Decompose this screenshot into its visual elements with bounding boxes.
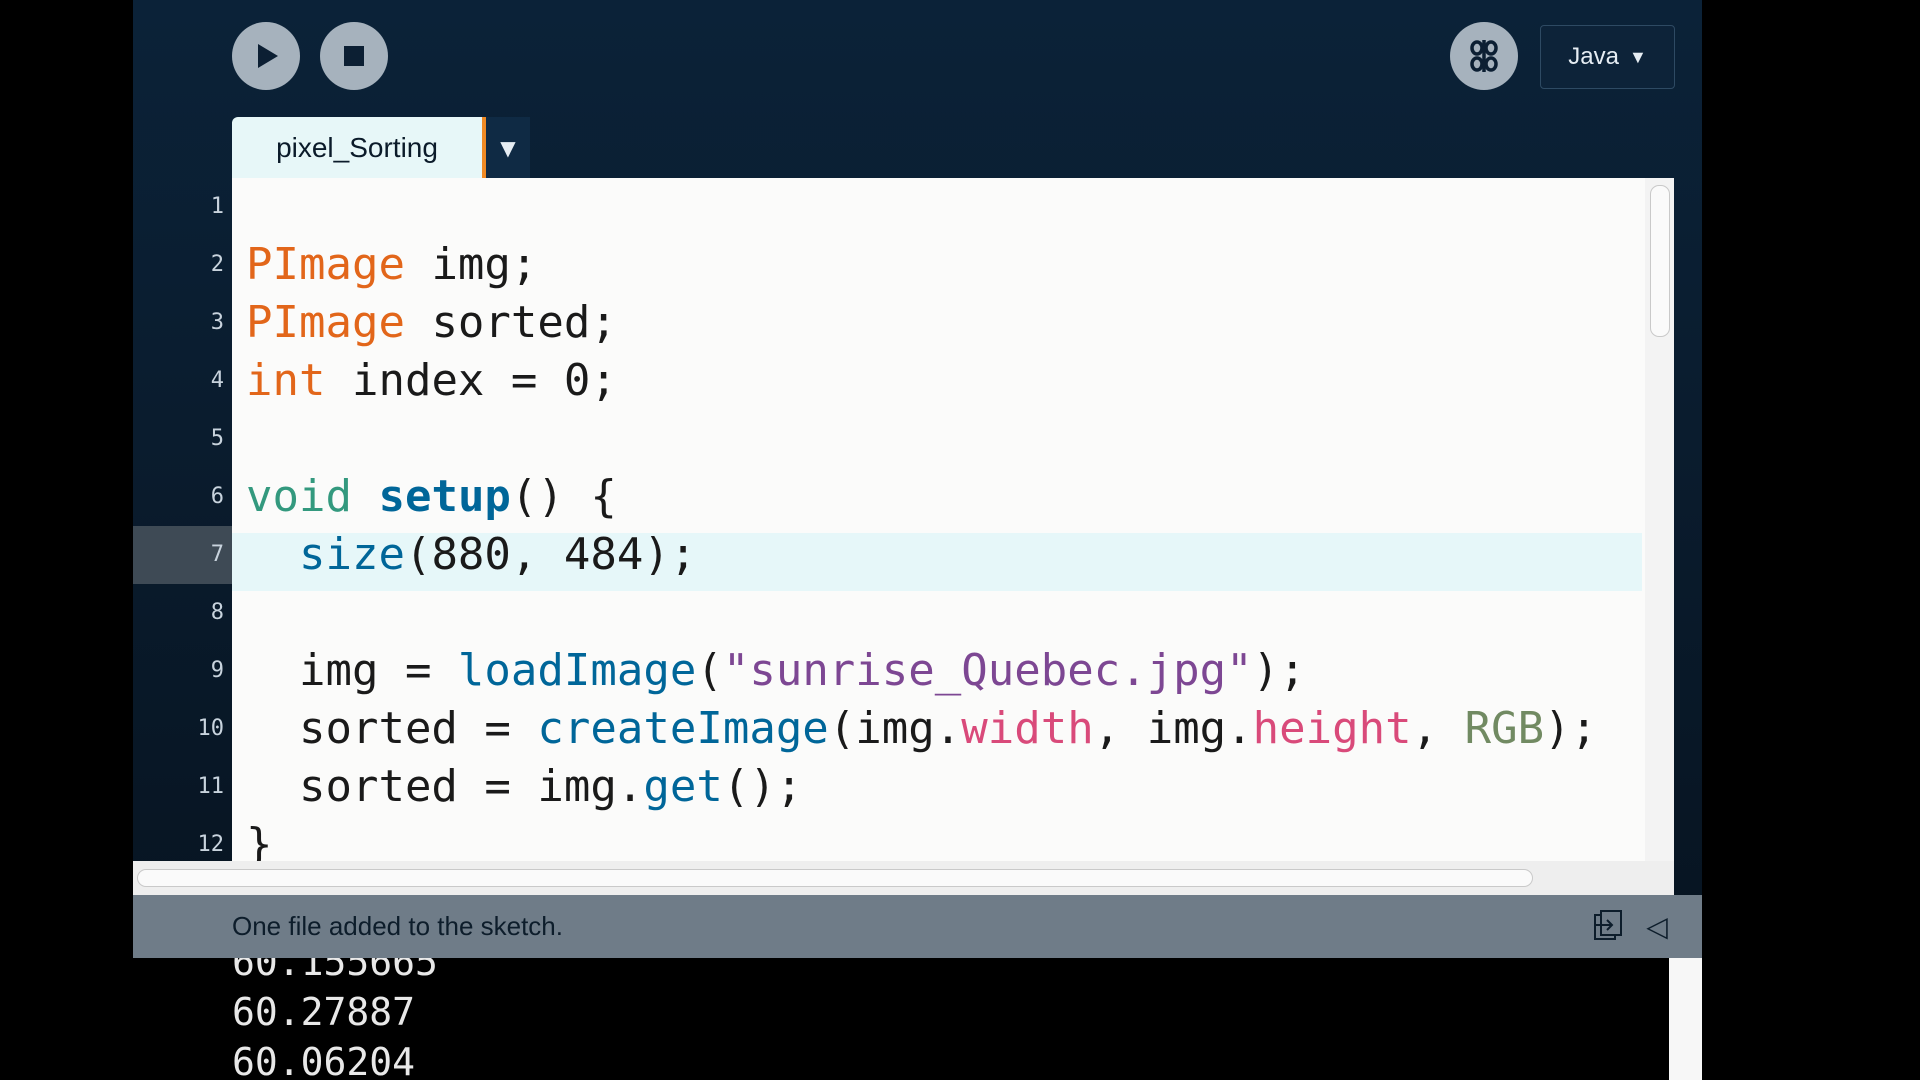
line-number: 5 <box>210 426 224 451</box>
code-token: sorted; <box>404 297 617 348</box>
code-token: (880, 484); <box>404 529 697 580</box>
mode-selector[interactable]: Java ▼ <box>1540 25 1675 89</box>
code-token: createImage <box>537 703 829 754</box>
code-token: width <box>961 703 1094 754</box>
code-editor[interactable]: PImage img; PImage sorted; int index = 0; v… <box>232 178 1674 861</box>
line-number: 11 <box>197 774 225 799</box>
code-token: void <box>246 471 352 522</box>
code-line: img = loadImage("sunrise_Quebec.jpg"); <box>246 642 1306 700</box>
copy-console-button[interactable] <box>1589 907 1627 945</box>
console-line: 60.155665 <box>232 958 438 984</box>
code-line: size(880, 484); <box>246 526 696 584</box>
code-token: ); <box>1544 703 1598 754</box>
tab-label: pixel_Sorting <box>276 131 438 163</box>
run-button[interactable] <box>232 22 300 90</box>
status-bar: One file added to the sketch. ◁ <box>133 895 1702 958</box>
console-line: 60.27887 <box>232 990 416 1034</box>
screen-background <box>1702 0 1920 1080</box>
code-token: int <box>246 355 326 406</box>
copy-console-icon <box>1594 910 1622 940</box>
mode-label: Java <box>1568 43 1619 70</box>
code-line: } <box>246 816 273 861</box>
console-line: 60.06204 <box>232 1040 416 1080</box>
code-line: void setup() { <box>246 468 617 526</box>
debugger-butterfly-icon <box>1470 40 1498 72</box>
code-token: RGB <box>1464 703 1545 754</box>
code-token: ); <box>1252 645 1306 696</box>
code-line: sorted = createImage(img.width, img.heig… <box>246 700 1597 758</box>
line-number-gutter: 1 2 3 4 5 6 7 8 9 10 11 12 <box>133 178 232 861</box>
code-token: "sunrise_Quebec.jpg" <box>722 645 1253 696</box>
line-number: 9 <box>210 658 224 683</box>
line-number: 6 <box>210 484 224 509</box>
line-number: 2 <box>210 252 224 277</box>
collapse-console-button[interactable]: ◁ <box>1638 907 1676 945</box>
code-token: index = 0; <box>325 355 617 406</box>
processing-ide-window: Java ▼ pixel_Sorting ▼ 1 2 3 4 5 6 7 8 9 10 11 12 P… <box>133 0 1702 1080</box>
collapse-triangle-icon: ◁ <box>1646 909 1668 943</box>
code-token: sorted = img. <box>246 761 644 812</box>
play-icon <box>258 44 278 68</box>
code-token: } <box>246 819 273 861</box>
code-line: PImage img; <box>246 236 537 294</box>
code-token: , img. <box>1093 703 1253 754</box>
stop-button[interactable] <box>320 22 388 90</box>
code-token: ( <box>696 645 723 696</box>
debugger-button[interactable] <box>1450 22 1518 90</box>
console-scrollbar[interactable] <box>1669 958 1702 1080</box>
code-token: img; <box>404 239 538 290</box>
line-number: 8 <box>210 600 224 625</box>
code-token: , <box>1411 703 1465 754</box>
status-message: One file added to the sketch. <box>232 911 563 941</box>
code-line: PImage sorted; <box>246 294 617 352</box>
chevron-down-icon: ▼ <box>1628 46 1647 67</box>
tab-menu-button[interactable]: ▼ <box>486 117 530 178</box>
tab-pixel-sorting[interactable]: pixel_Sorting <box>232 117 482 178</box>
vertical-scrollbar-thumb[interactable] <box>1650 185 1670 337</box>
code-line: int index = 0; <box>246 352 617 410</box>
line-number: 1 <box>210 194 224 219</box>
code-token: get <box>643 761 723 812</box>
line-number: 4 <box>210 368 224 393</box>
code-line: sorted = img.get(); <box>246 758 802 816</box>
code-token: size <box>298 529 405 580</box>
console-output: 60.155665 60.27887 60.06204 <box>133 958 1669 1080</box>
code-token: img = <box>246 645 458 696</box>
code-token: () { <box>510 471 617 522</box>
code-token: (img. <box>828 703 962 754</box>
code-token: sorted = <box>246 703 538 754</box>
code-token: (); <box>722 761 803 812</box>
line-number: 3 <box>210 310 224 335</box>
line-number: 10 <box>197 716 225 741</box>
code-token: height <box>1252 703 1412 754</box>
stop-icon <box>344 46 364 66</box>
code-token: PImage <box>246 297 405 348</box>
horizontal-scrollbar-thumb[interactable] <box>137 869 1533 887</box>
code-token: loadImage <box>457 645 697 696</box>
code-token: PImage <box>246 239 405 290</box>
line-number: 7 <box>133 526 232 584</box>
code-token: setup <box>378 471 511 522</box>
chevron-down-icon: ▼ <box>500 135 516 160</box>
